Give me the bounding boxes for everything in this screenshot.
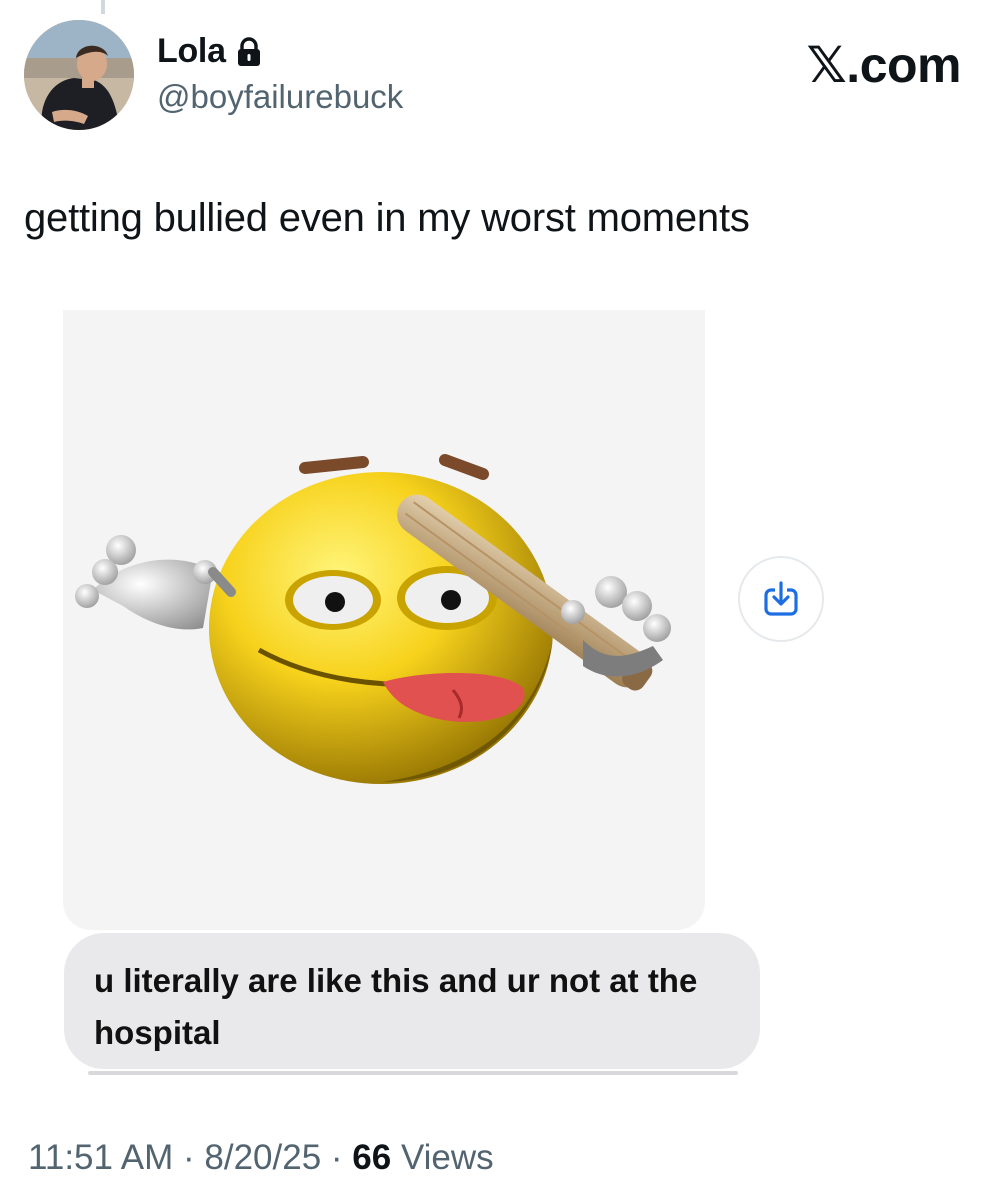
- lock-icon: [237, 36, 260, 66]
- thread-connector-line: [101, 0, 105, 14]
- views-label: Views: [391, 1138, 494, 1177]
- save-image-button[interactable]: [738, 556, 824, 642]
- avatar-photo: [24, 20, 134, 130]
- author-display-name[interactable]: Lola: [157, 32, 226, 71]
- bubble-divider: [88, 1071, 738, 1075]
- x-logo: 𝕏: [806, 36, 847, 94]
- emoji-with-bat-illustration: [75, 454, 671, 784]
- brand-watermark: 𝕏.com: [807, 36, 962, 94]
- tweet-time[interactable]: 11:51 AM: [28, 1138, 173, 1177]
- views-count[interactable]: 66: [352, 1138, 391, 1177]
- brand-domain: .com: [846, 37, 961, 93]
- meme-image[interactable]: [63, 310, 705, 930]
- avatar[interactable]: [24, 20, 134, 130]
- tweet-meta: 11:51 AM · 8/20/25 · 66 Views: [28, 1138, 494, 1178]
- meta-separator: ·: [321, 1138, 353, 1177]
- download-icon: [764, 581, 798, 616]
- tweet-date[interactable]: 8/20/25: [204, 1138, 321, 1177]
- message-bubble: u literally are like this and ur not at …: [64, 933, 760, 1069]
- author-handle[interactable]: @boyfailurebuck: [157, 78, 403, 116]
- meta-separator: ·: [173, 1138, 205, 1177]
- tweet-text: getting bullied even in my worst moments: [24, 196, 750, 240]
